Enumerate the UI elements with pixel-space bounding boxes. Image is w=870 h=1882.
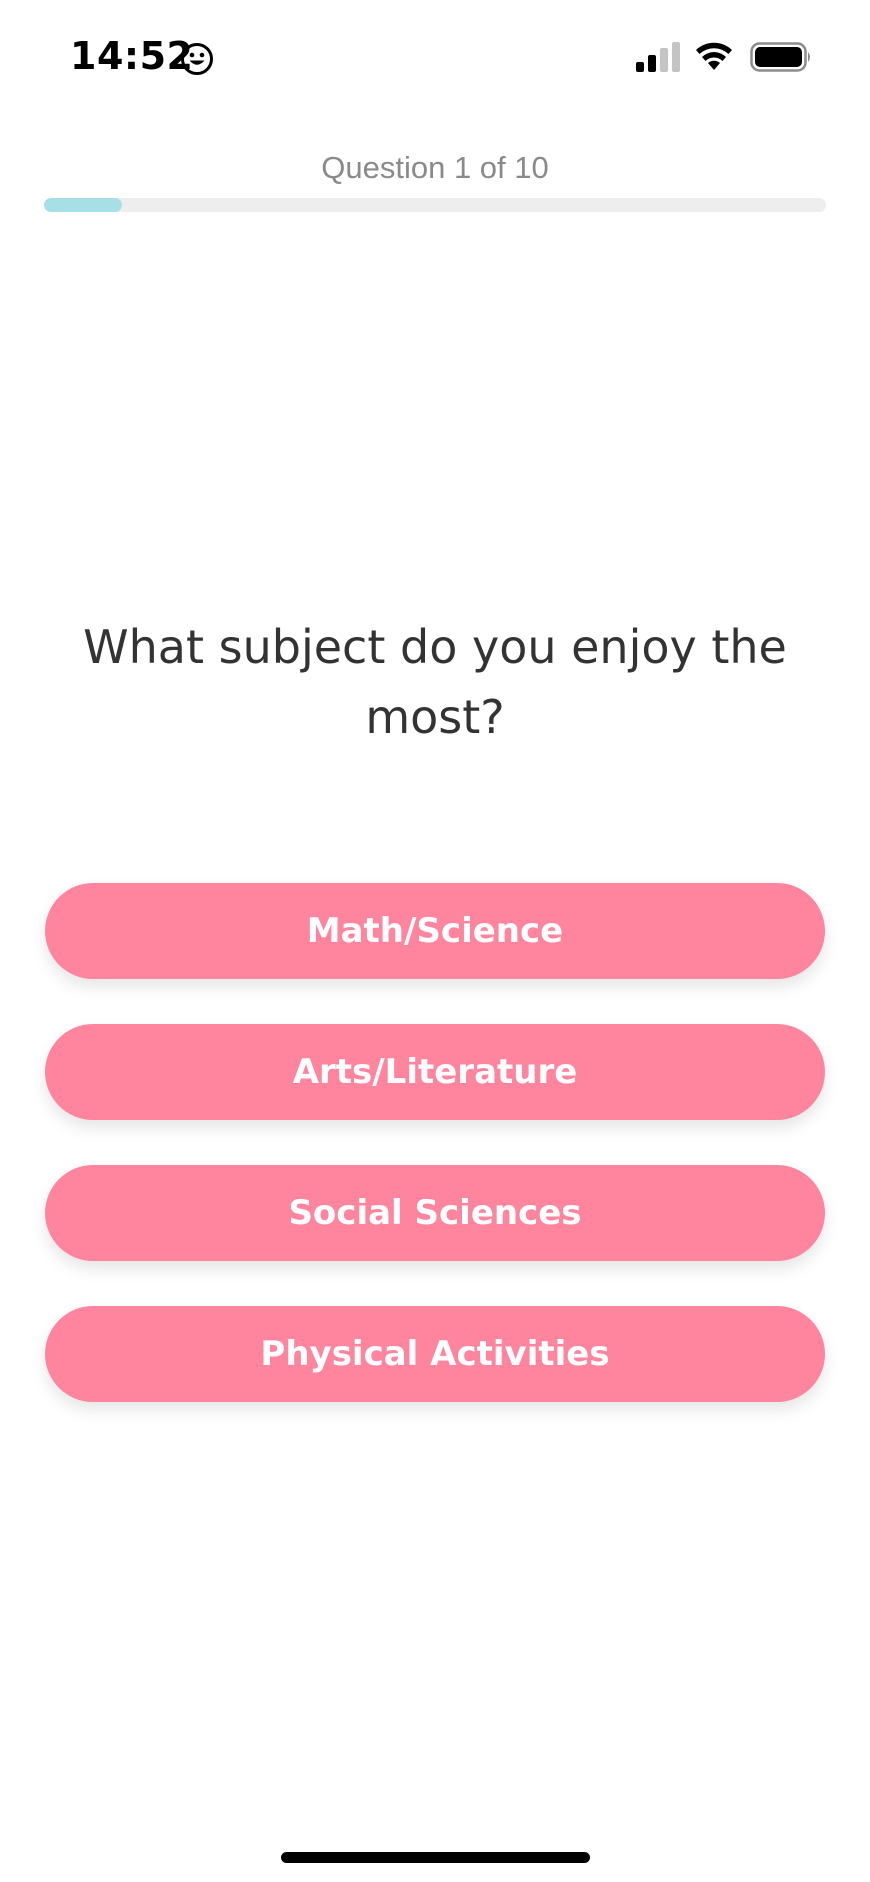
answer-button-physical-activities[interactable]: Physical Activities [45,1306,825,1402]
answer-button-math-science[interactable]: Math/Science [45,883,825,979]
progress-bar [44,198,826,212]
smiley-icon [181,43,213,75]
answer-button-social-sciences[interactable]: Social Sciences [45,1165,825,1261]
wifi-icon [696,42,732,70]
battery-icon [750,42,810,72]
status-time: 14:52 [70,34,194,78]
status-bar: 14:52 [0,0,870,110]
answer-button-arts-literature[interactable]: Arts/Literature [45,1024,825,1120]
cellular-signal-icon [636,42,680,72]
answer-list: Math/Science Arts/Literature Social Scie… [45,883,825,1447]
question-text: What subject do you enjoy the most? [83,620,787,744]
progress-label: Question 1 of 10 [321,150,549,185]
progress-bar-fill [44,198,123,212]
home-indicator[interactable] [281,1852,590,1863]
